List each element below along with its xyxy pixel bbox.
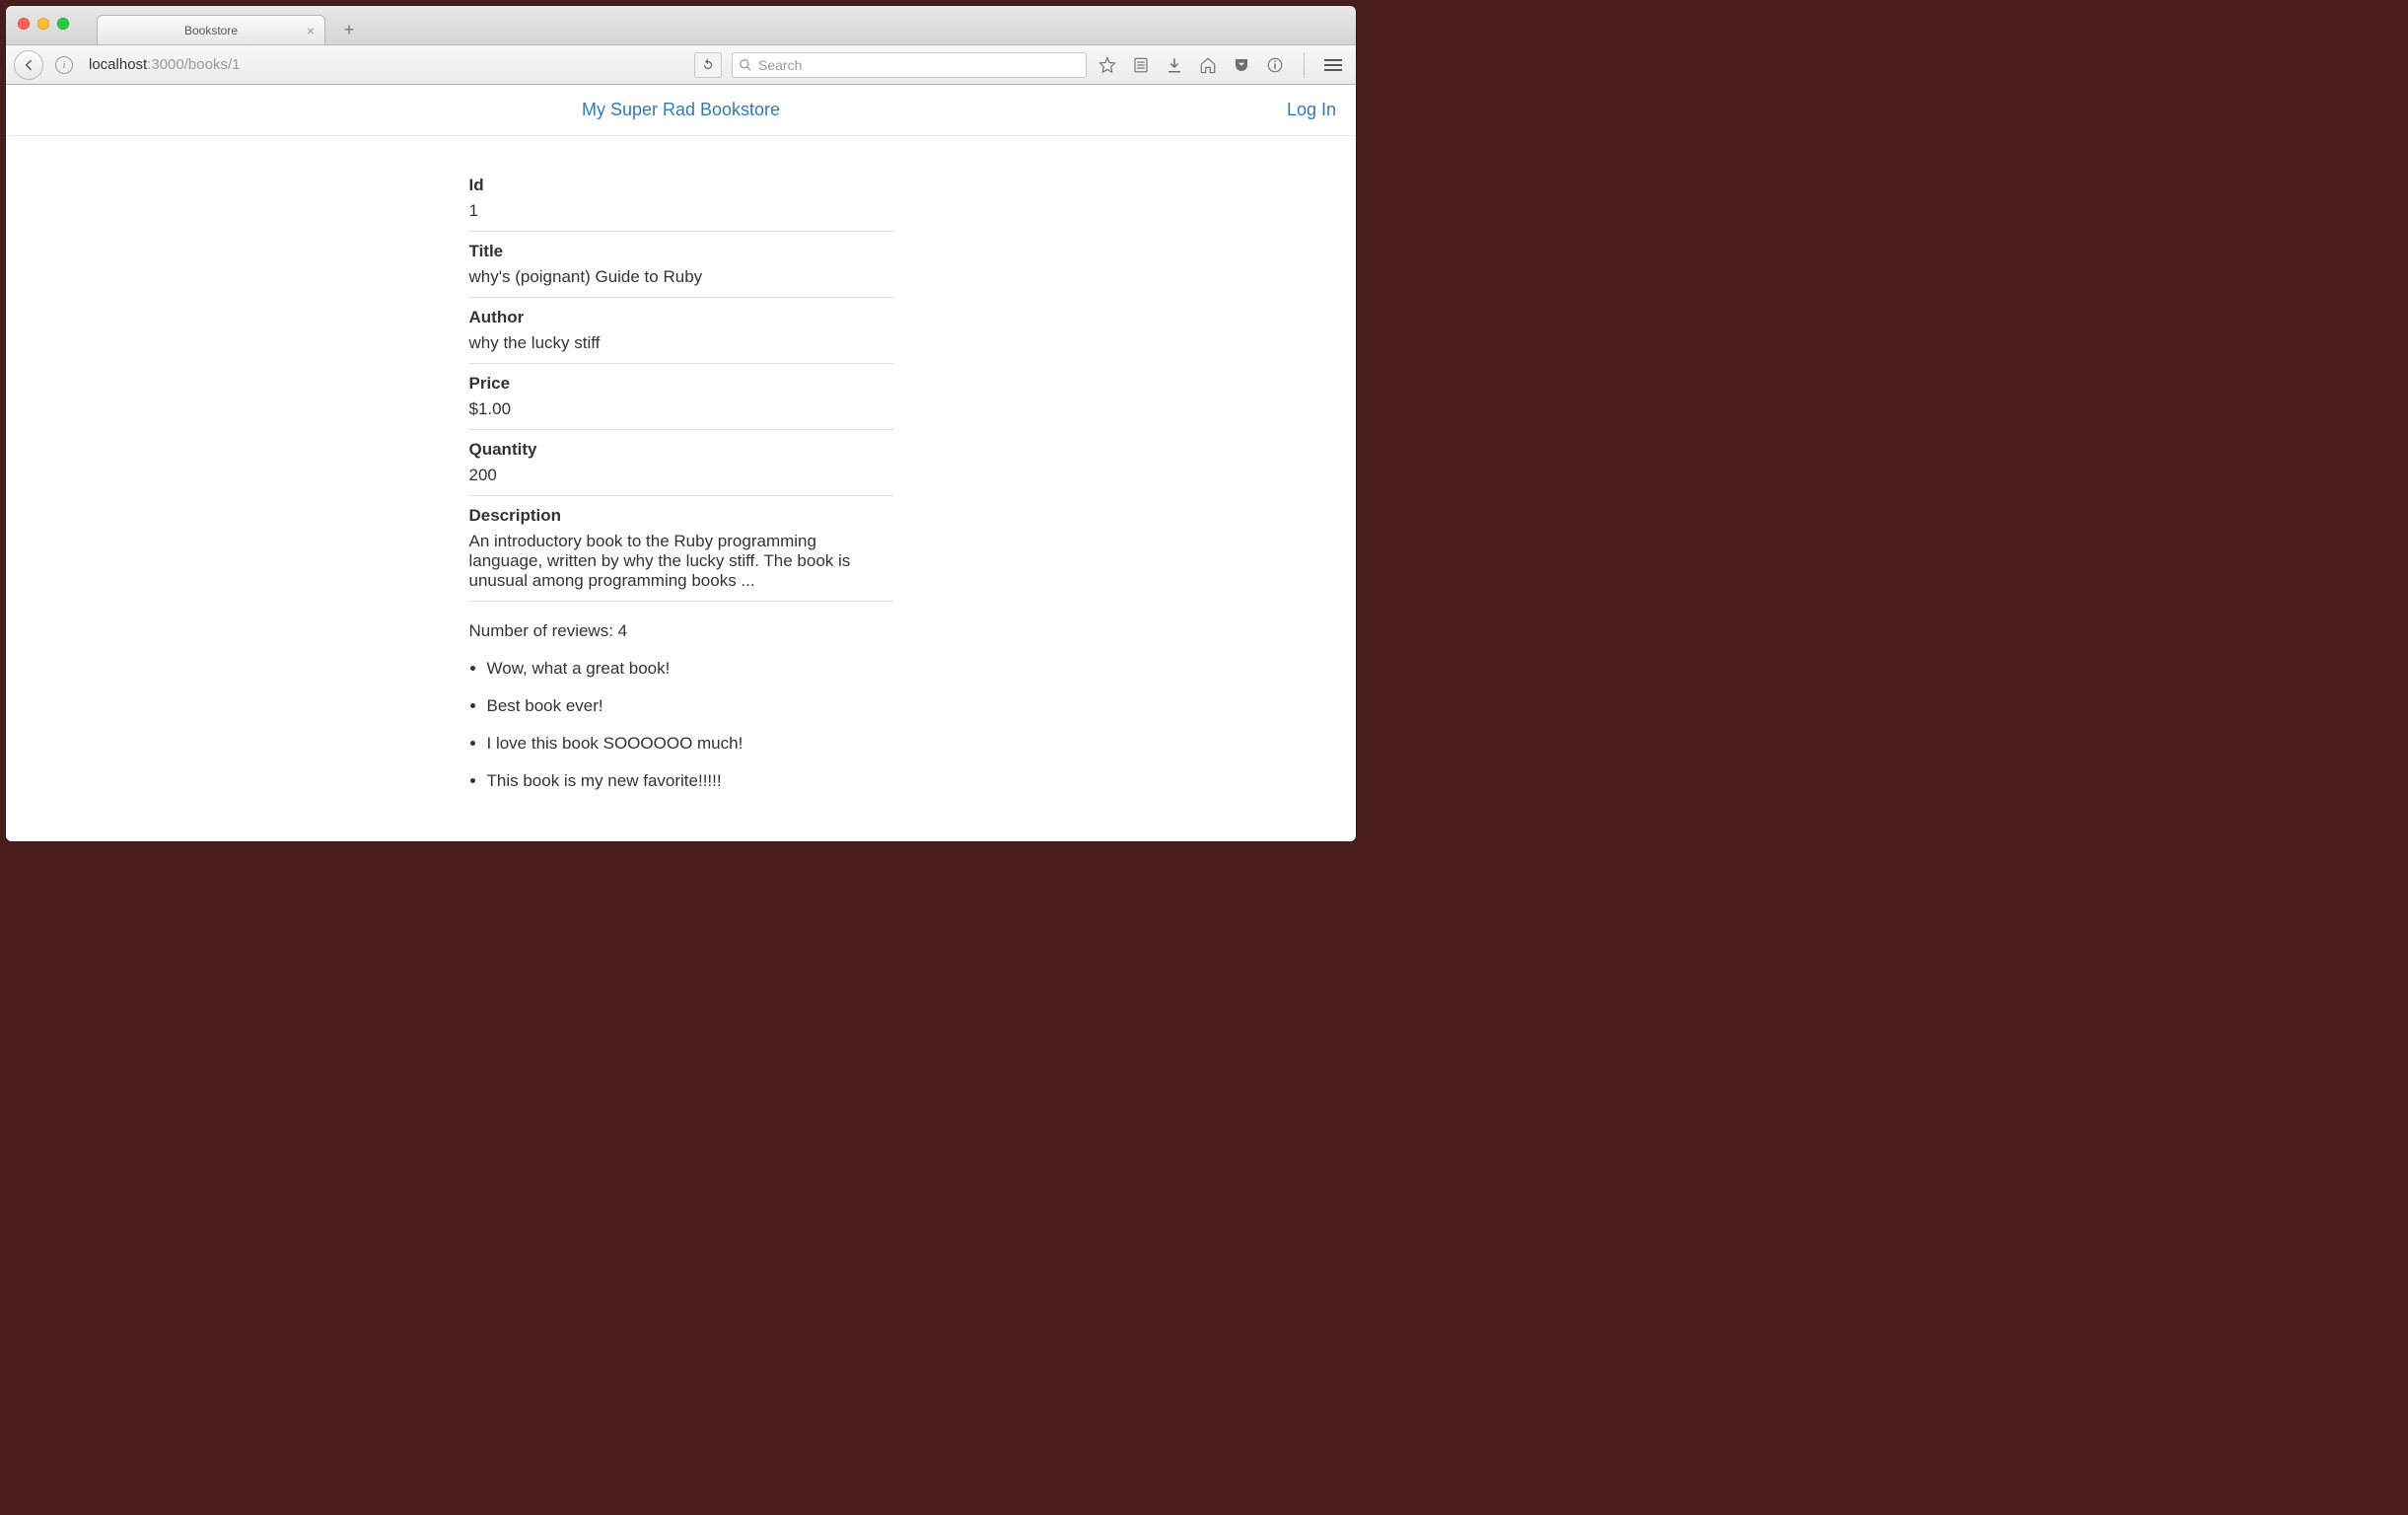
page-viewport: My Super Rad Bookstore Log In Id 1 Title… [6, 85, 1356, 841]
new-tab-button[interactable]: + [335, 16, 363, 43]
home-icon[interactable] [1199, 56, 1217, 74]
label-quantity: Quantity [469, 440, 893, 460]
reviews-count: Number of reviews: 4 [469, 621, 893, 641]
book-detail: Id 1 Title why's (poignant) Guide to Rub… [469, 166, 893, 791]
site-info-icon[interactable]: i [55, 56, 73, 74]
field-description: Description An introductory book to the … [469, 496, 893, 602]
url-port: :3000 [147, 56, 184, 73]
menu-icon[interactable] [1324, 56, 1342, 74]
browser-window: Bookstore × + i localhost:3000/books/1 S… [6, 6, 1356, 841]
titlebar: Bookstore × + [6, 6, 1356, 45]
field-price: Price $1.00 [469, 364, 893, 430]
login-link[interactable]: Log In [1287, 100, 1336, 120]
value-price: $1.00 [469, 399, 893, 419]
tab-title: Bookstore [184, 24, 238, 37]
field-quantity: Quantity 200 [469, 430, 893, 496]
toolbar: i localhost:3000/books/1 Search [6, 45, 1356, 85]
field-title: Title why's (poignant) Guide to Ruby [469, 232, 893, 298]
reading-list-icon[interactable] [1132, 56, 1150, 74]
back-button[interactable] [14, 50, 43, 80]
field-id: Id 1 [469, 166, 893, 232]
label-price: Price [469, 374, 893, 394]
value-id: 1 [469, 201, 893, 221]
toolbar-icons [1093, 52, 1348, 78]
value-author: why the lucky stiff [469, 333, 893, 353]
downloads-icon[interactable] [1166, 56, 1183, 74]
maximize-window-button[interactable] [57, 18, 69, 30]
close-tab-icon[interactable]: × [307, 23, 315, 38]
url-host: localhost [89, 56, 147, 73]
search-input[interactable]: Search [732, 52, 1087, 78]
label-title: Title [469, 242, 893, 261]
list-item: This book is my new favorite!!!!! [487, 771, 893, 791]
bookmark-star-icon[interactable] [1098, 56, 1116, 74]
toolbar-divider [1304, 52, 1305, 78]
list-item: Wow, what a great book! [487, 659, 893, 679]
close-window-button[interactable] [18, 18, 30, 30]
address-bar[interactable]: localhost:3000/books/1 [79, 56, 688, 73]
pocket-icon[interactable] [1233, 56, 1250, 74]
value-description: An introductory book to the Ruby program… [469, 532, 893, 591]
list-item: I love this book SOOOOOO much! [487, 734, 893, 754]
reload-button[interactable] [694, 52, 722, 78]
label-description: Description [469, 506, 893, 526]
value-quantity: 200 [469, 466, 893, 485]
label-id: Id [469, 176, 893, 195]
search-placeholder: Search [758, 57, 802, 73]
browser-tab[interactable]: Bookstore × [97, 15, 325, 44]
value-title: why's (poignant) Guide to Ruby [469, 267, 893, 287]
brand-link[interactable]: My Super Rad Bookstore [582, 100, 780, 120]
reviews-list: Wow, what a great book! Best book ever! … [469, 659, 893, 791]
info-circle-icon[interactable] [1266, 56, 1284, 74]
field-author: Author why the lucky stiff [469, 298, 893, 364]
minimize-window-button[interactable] [37, 18, 49, 30]
list-item: Best book ever! [487, 696, 893, 716]
window-controls [18, 18, 69, 30]
site-navbar: My Super Rad Bookstore Log In [6, 85, 1356, 136]
label-author: Author [469, 308, 893, 327]
url-path: /books/1 [184, 56, 241, 73]
